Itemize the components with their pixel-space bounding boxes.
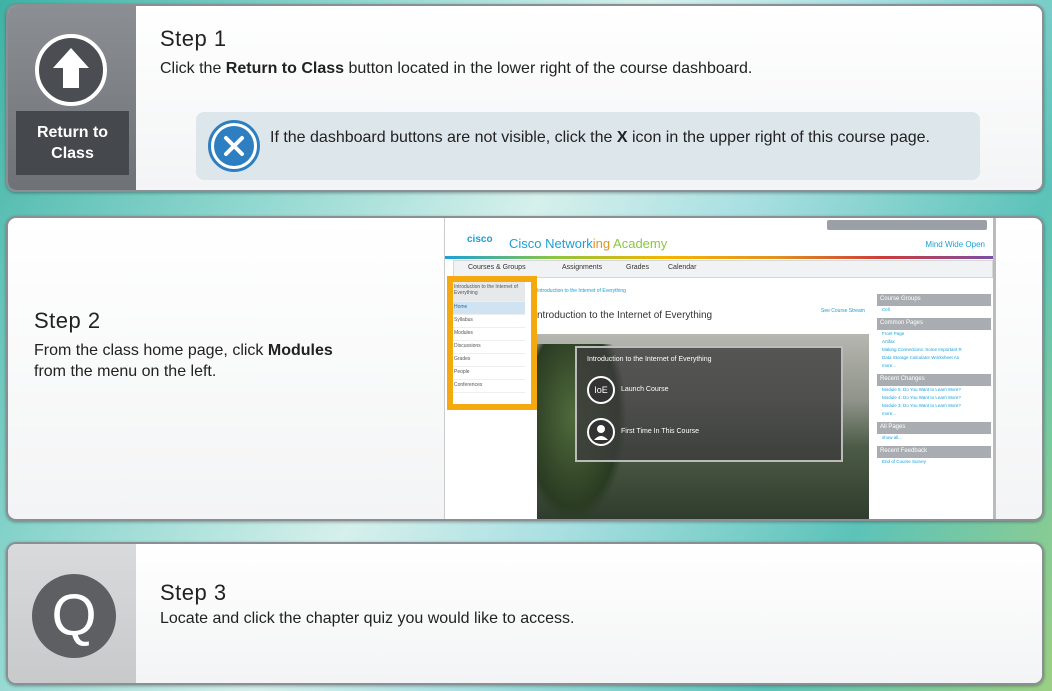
cell-link[interactable]: Cell <box>877 306 991 314</box>
close-x-icon <box>208 120 260 172</box>
dashboard-note-text: If the dashboard buttons are not visible… <box>270 129 930 146</box>
recent-feedback-header: Recent Feedback <box>877 446 991 458</box>
step-3-card: Q Step 3 Locate and click the chapter qu… <box>6 542 1044 685</box>
change-link[interactable]: Module 3: Do You Want to Learn More? <box>877 402 991 410</box>
ioe-icon[interactable]: IoE <box>587 376 615 404</box>
dashboard-note: If the dashboard buttons are not visible… <box>196 112 980 180</box>
breadcrumb[interactable]: Introduction to the Internet of Everythi… <box>537 288 626 294</box>
nav-assignments[interactable]: Assignments <box>562 264 602 271</box>
step-3-instructions: Locate and click the chapter quiz you wo… <box>160 610 575 627</box>
person-icon[interactable] <box>587 418 615 446</box>
change-link[interactable]: Module 5: Do You Want to Learn More? <box>877 386 991 394</box>
course-launch-panel: Introduction to the Internet of Everythi… <box>575 346 843 462</box>
feedback-link[interactable]: End of Course Survey <box>877 458 991 466</box>
page-title: ntroduction to the Internet of Everythin… <box>537 310 713 321</box>
return-to-class-tile[interactable]: Return to Class <box>8 6 136 190</box>
step-1-instructions: Click the Return to Class button located… <box>160 60 753 77</box>
tagline: Mind Wide Open <box>925 240 985 249</box>
nav-grades[interactable]: Grades <box>626 264 649 271</box>
up-arrow-icon <box>35 34 107 106</box>
nav-courses-groups[interactable]: Courses & Groups <box>468 264 526 271</box>
step-2-card: Step 2 From the class home page, click M… <box>6 216 1044 521</box>
course-page-screenshot: cisco Cisco Networking Academy Mind Wide… <box>444 218 996 519</box>
menu-highlight-box <box>447 276 537 410</box>
step-1-card: Return to Class Step 1 Click the Return … <box>6 4 1044 192</box>
page-link[interactable]: Front Page <box>877 330 991 338</box>
return-label-line1: Return to <box>36 124 109 141</box>
all-pages-header: All Pages <box>877 422 991 434</box>
cisco-logo: cisco <box>467 234 493 245</box>
nav-calendar[interactable]: Calendar <box>668 264 696 271</box>
change-link[interactable]: Module 4: Do You Want to Learn More? <box>877 394 991 402</box>
quiz-q-icon: Q <box>32 574 116 658</box>
common-pages-header: Common Pages <box>877 318 991 330</box>
screenshot-top-links <box>827 220 987 230</box>
show-all-link[interactable]: show all... <box>877 434 991 442</box>
page-link[interactable]: more... <box>877 362 991 370</box>
academy-title: Cisco Networking Academy <box>509 236 668 251</box>
see-course-stream-link[interactable]: See Course Stream <box>821 308 865 314</box>
page-link[interactable]: Artifax <box>877 338 991 346</box>
page-link[interactable]: Making Connections: Some Important R <box>877 346 991 354</box>
course-groups-header: Course Groups <box>877 294 991 306</box>
change-link[interactable]: more... <box>877 410 991 418</box>
recent-changes-header: Recent Changes <box>877 374 991 386</box>
rainbow-bar <box>445 256 993 259</box>
quiz-tile: Q <box>8 544 136 683</box>
first-time-link[interactable]: First Time In This Course <box>621 428 699 435</box>
hero-course-title: Introduction to the Internet of Everythi… <box>587 356 712 363</box>
step-3-title: Step 3 <box>160 580 227 605</box>
step-2-title: Step 2 <box>34 308 101 333</box>
step-1-title: Step 1 <box>160 26 227 51</box>
launch-course-link[interactable]: Launch Course <box>621 386 668 393</box>
step-2-instructions: From the class home page, click Modules … <box>34 342 333 380</box>
return-label-line2: Class <box>51 145 94 162</box>
page-link[interactable]: Data Storage Calculator Worksheet An <box>877 354 991 362</box>
screenshot-right-panel: Course Groups Cell Common Pages Front Pa… <box>877 290 991 519</box>
return-to-class-label[interactable]: Return to Class <box>16 111 129 175</box>
